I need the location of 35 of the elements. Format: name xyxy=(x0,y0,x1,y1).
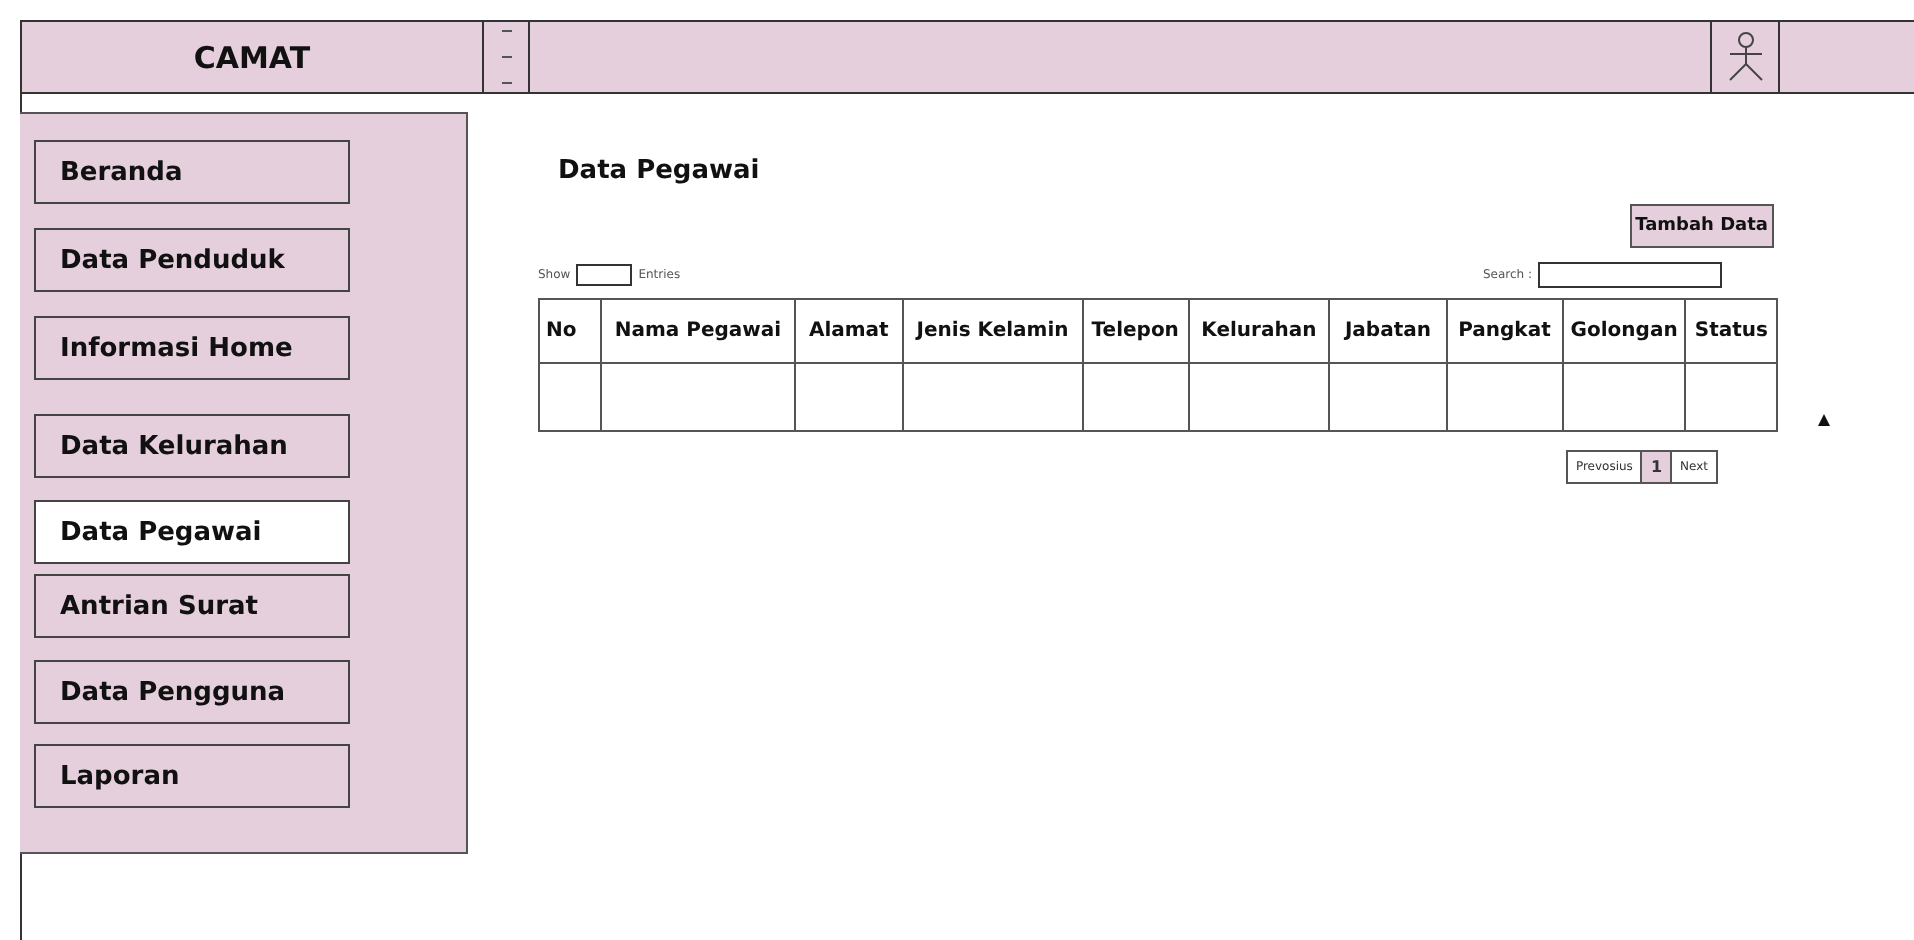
table-cell xyxy=(1188,363,1330,431)
table-cell xyxy=(539,363,602,431)
search-field[interactable] xyxy=(1538,261,1722,287)
column-header: Pangkat xyxy=(1446,299,1563,363)
add-data-button[interactable]: Tambah Data xyxy=(1629,204,1774,248)
sidebar-item[interactable]: Antrian Surat xyxy=(34,574,350,638)
sidebar-item[interactable]: Informasi Home xyxy=(34,316,350,380)
column-header: Nama Pegawai xyxy=(601,299,795,363)
column-header: Jabatan xyxy=(1329,299,1447,363)
column-header: No xyxy=(539,299,602,363)
table-cell xyxy=(1082,363,1189,431)
column-header: Alamat xyxy=(794,299,903,363)
sidebar-item[interactable]: Data Pegawai xyxy=(34,500,350,564)
user-icon xyxy=(1725,32,1765,82)
table-cell xyxy=(1446,363,1563,431)
table-cell xyxy=(794,363,903,431)
page-button[interactable]: 1 xyxy=(1640,450,1673,484)
page-title: Data Pegawai xyxy=(558,156,762,186)
sidebar-item[interactable]: Data Penduduk xyxy=(34,228,350,292)
column-header: Status xyxy=(1685,299,1777,363)
column-header: Telepon xyxy=(1082,299,1189,363)
user-button[interactable] xyxy=(1710,22,1780,92)
sidebar-item[interactable]: Beranda xyxy=(34,140,350,204)
sidebar-item[interactable]: Data Kelurahan xyxy=(34,414,350,478)
menu-icon xyxy=(501,30,511,84)
table-cell xyxy=(1685,363,1777,431)
triangle-icon xyxy=(1818,414,1830,426)
column-header: Golongan xyxy=(1562,299,1686,363)
table-cell xyxy=(1562,363,1686,431)
table-cell xyxy=(1329,363,1447,431)
column-header: Jenis Kelamin xyxy=(902,299,1083,363)
entries-field[interactable] xyxy=(576,263,633,285)
sidebar-item[interactable]: Laporan xyxy=(34,744,350,808)
sidebar-item[interactable]: Data Pengguna xyxy=(34,660,350,724)
column-header: Kelurahan xyxy=(1188,299,1330,363)
